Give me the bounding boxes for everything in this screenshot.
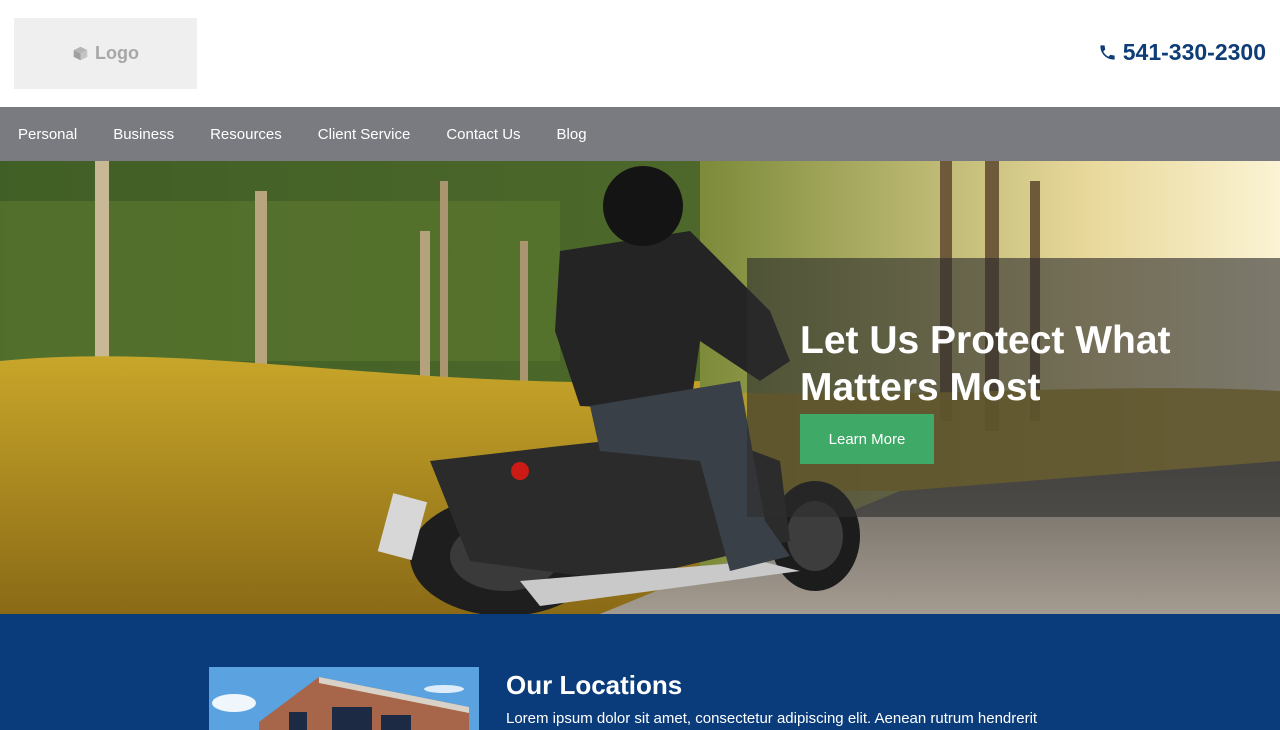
nav-item-contact-us[interactable]: Contact Us — [446, 126, 520, 143]
site-header: Logo 541-330-2300 — [0, 0, 1280, 107]
nav-item-resources[interactable]: Resources — [210, 126, 282, 143]
logo-text: Logo — [95, 43, 139, 63]
phone-number: 541-330-2300 — [1122, 39, 1266, 65]
cube-icon — [73, 46, 88, 61]
nav-item-client-service[interactable]: Client Service — [318, 126, 411, 143]
learn-more-button[interactable]: Learn More — [800, 414, 934, 464]
phone-link[interactable]: 541-330-2300 — [1098, 39, 1266, 66]
hero-banner: Let Us Protect What Matters Most Learn M… — [0, 161, 1280, 614]
nav-item-business[interactable]: Business — [113, 126, 174, 143]
nav-item-blog[interactable]: Blog — [557, 126, 587, 143]
logo[interactable]: Logo — [14, 18, 197, 89]
main-nav: Personal Business Resources Client Servi… — [0, 107, 1280, 161]
office-building-photo — [209, 667, 479, 730]
locations-section: Our Locations Lorem ipsum dolor sit amet… — [0, 614, 1280, 730]
locations-title: Our Locations — [506, 670, 683, 700]
hero-title: Let Us Protect What Matters Most — [800, 319, 1171, 409]
phone-icon — [1100, 45, 1115, 60]
locations-description: Lorem ipsum dolor sit amet, consectetur … — [506, 710, 1038, 727]
nav-item-personal[interactable]: Personal — [18, 126, 77, 143]
